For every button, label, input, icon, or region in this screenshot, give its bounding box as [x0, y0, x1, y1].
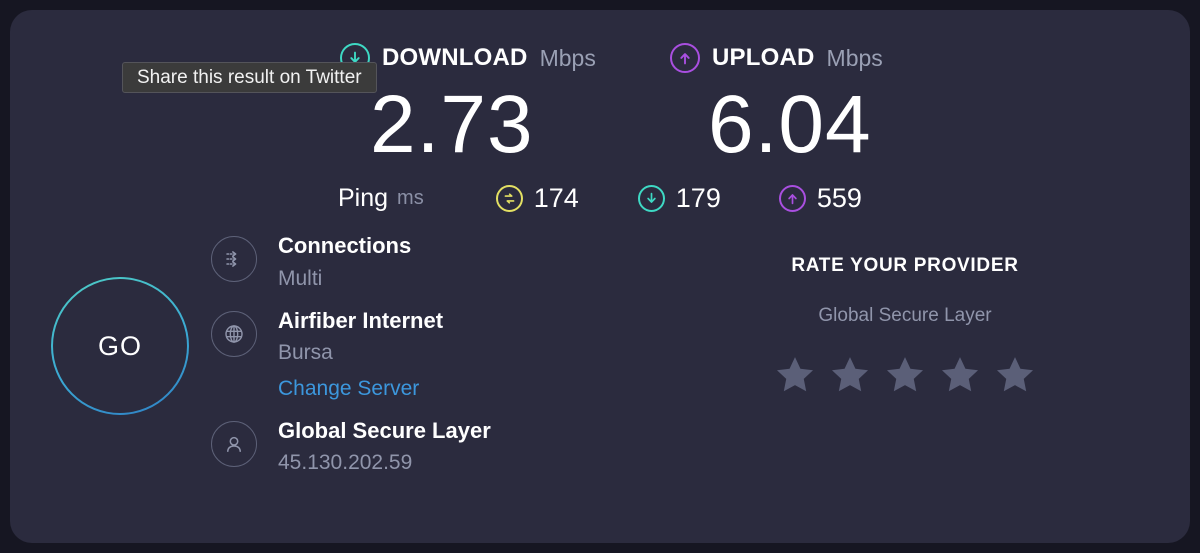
ping-label: Ping [338, 183, 389, 212]
share-twitter-tooltip: Share this result on Twitter [122, 62, 377, 93]
upload-label: UPLOAD [712, 44, 815, 71]
connections-row: Connections Multi [211, 232, 631, 292]
go-button-label: GO [97, 330, 142, 361]
ping-row: Ping ms 174 179 559 [338, 180, 862, 216]
ping-upload-value: 559 [816, 182, 862, 213]
download-header: DOWNLOAD Mbps [340, 43, 596, 73]
upload-unit: Mbps [826, 44, 883, 71]
rate-provider-name: Global Secure Layer [818, 305, 992, 326]
upload-arrow-icon [670, 43, 700, 73]
go-button[interactable]: GO [51, 277, 189, 415]
download-arrow-icon [637, 184, 665, 212]
ping-download-value: 179 [675, 182, 721, 213]
ping-download-group: 179 [637, 182, 721, 214]
provider-row: Airfiber Internet Bursa Change Server [211, 307, 631, 402]
download-unit: Mbps [539, 44, 596, 71]
star-rating[interactable] [710, 354, 1100, 396]
rate-provider-panel: RATE YOUR PROVIDER Global Secure Layer [710, 255, 1100, 396]
star-4[interactable] [939, 354, 981, 396]
client-title: Global Secure Layer [278, 417, 491, 443]
server-info-list: Connections Multi Airfiber Internet Burs… [211, 232, 631, 492]
person-icon [211, 420, 257, 467]
upload-header: UPLOAD Mbps [670, 43, 883, 73]
star-1[interactable] [774, 354, 816, 396]
idle-latency-icon [495, 184, 523, 212]
client-ip-address: 45.130.202.59 [278, 451, 413, 475]
rate-provider-heading: RATE YOUR PROVIDER [791, 255, 1019, 276]
provider-location: Bursa [278, 341, 333, 365]
globe-icon [211, 310, 257, 357]
star-2[interactable] [829, 354, 871, 396]
client-row: Global Secure Layer 45.130.202.59 [211, 417, 631, 477]
connections-subtitle: Multi [278, 266, 323, 290]
connections-title: Connections [278, 233, 412, 258]
connections-text: Connections Multi [278, 232, 411, 292]
download-speed-value: 2.73 [370, 79, 534, 170]
tooltip-text: Share this result on Twitter [137, 66, 362, 88]
provider-text: Airfiber Internet Bursa Change Server [278, 307, 443, 402]
client-text: Global Secure Layer 45.130.202.59 [278, 417, 491, 477]
star-3[interactable] [884, 354, 926, 396]
upload-speed-value: 6.04 [708, 79, 872, 170]
provider-title: Airfiber Internet [278, 307, 444, 333]
download-label: DOWNLOAD [382, 44, 528, 71]
upload-arrow-icon [778, 184, 806, 212]
star-5[interactable] [994, 354, 1036, 396]
ping-unit: ms [397, 186, 424, 209]
ping-idle-value: 174 [533, 182, 579, 213]
multi-connection-icon [211, 236, 257, 282]
ping-idle-group: 174 [495, 182, 579, 214]
ping-upload-group: 559 [778, 182, 862, 214]
change-server-link[interactable]: Change Server [278, 376, 419, 402]
